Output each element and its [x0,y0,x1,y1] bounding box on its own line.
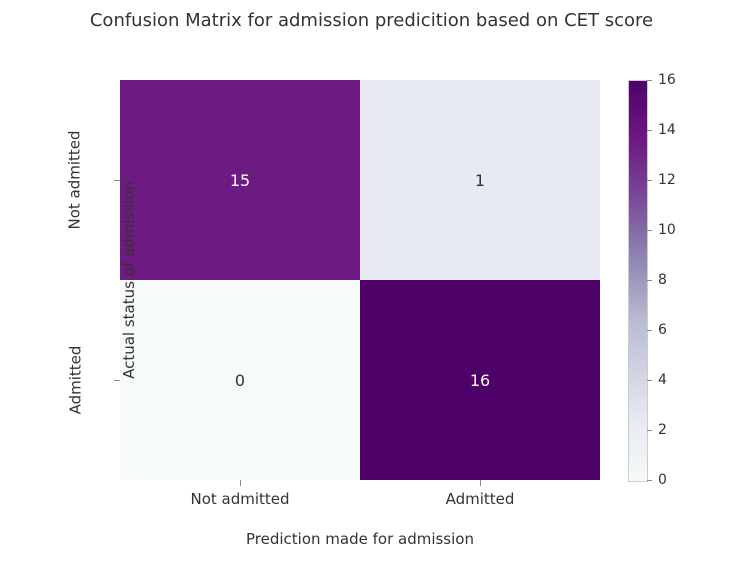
colorbar-tickmark [647,180,652,181]
cell-0-1: 1 [360,80,600,280]
colorbar-tick-label: 6 [658,322,667,338]
colorbar-tick-label: 8 [658,272,667,288]
cell-1-1: 16 [360,280,600,480]
colorbar-tickmark [647,80,652,81]
colorbar-tickmark [647,280,652,281]
figure: Confusion Matrix for admission prediciti… [0,0,743,564]
colorbar-tickmark [647,130,652,131]
y-axis-label: Actual status of admission [30,80,228,480]
x-tickmark [480,480,481,486]
colorbar [628,80,648,482]
x-axis-label: Prediction made for admission [120,530,600,548]
x-tick-1: Admitted [360,490,600,508]
colorbar-tickmark [647,430,652,431]
colorbar-tick-label: 16 [658,72,676,88]
colorbar-tick-label: 2 [658,422,667,438]
x-tick-0: Not admitted [120,490,360,508]
colorbar-tick-label: 14 [658,122,676,138]
colorbar-tick-label: 10 [658,222,676,238]
colorbar-tickmark [647,330,652,331]
colorbar-tickmark [647,480,652,481]
colorbar-tickmark [647,380,652,381]
colorbar-tick-label: 4 [658,372,667,388]
colorbar-tick-label: 12 [658,172,676,188]
colorbar-tick-label: 0 [658,472,667,488]
colorbar-tickmark [647,230,652,231]
chart-title: Confusion Matrix for admission prediciti… [0,10,743,31]
x-tickmark [240,480,241,486]
